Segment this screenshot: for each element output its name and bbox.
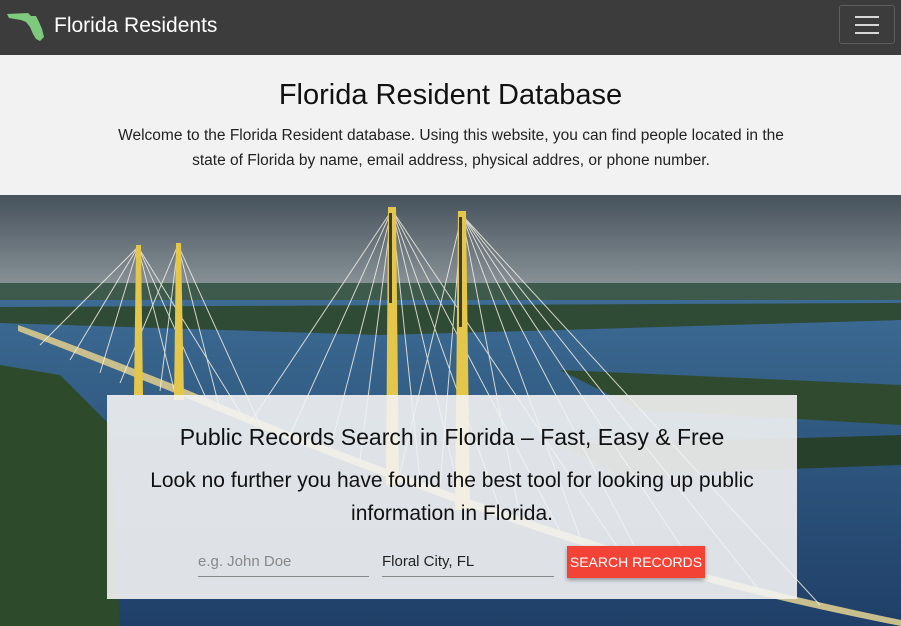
brand-title: Florida Residents xyxy=(54,14,218,37)
search-records-button[interactable]: SEARCH RECORDS xyxy=(567,546,705,578)
brand-link[interactable]: Florida Residents xyxy=(6,8,217,44)
florida-state-shape-icon xyxy=(7,13,44,41)
intro-section: Florida Resident Database Welcome to the… xyxy=(0,55,901,195)
intro-description: Welcome to the Florida Resident database… xyxy=(118,127,784,169)
search-card: Public Records Search in Florida – Fast,… xyxy=(107,395,797,599)
page-title: Florida Resident Database xyxy=(278,79,623,111)
search-card-title: Public Records Search in Florida – Fast,… xyxy=(179,424,725,450)
hamburger-menu-button[interactable] xyxy=(839,5,895,44)
search-card-subtitle: Look no further you have found the best … xyxy=(150,469,754,525)
hamburger-menu-icon xyxy=(855,16,879,18)
hero-section: Public Records Search in Florida – Fast,… xyxy=(0,195,901,626)
navbar: Florida Residents xyxy=(0,0,901,55)
location-input[interactable] xyxy=(382,547,554,577)
name-search-input[interactable] xyxy=(198,547,369,577)
